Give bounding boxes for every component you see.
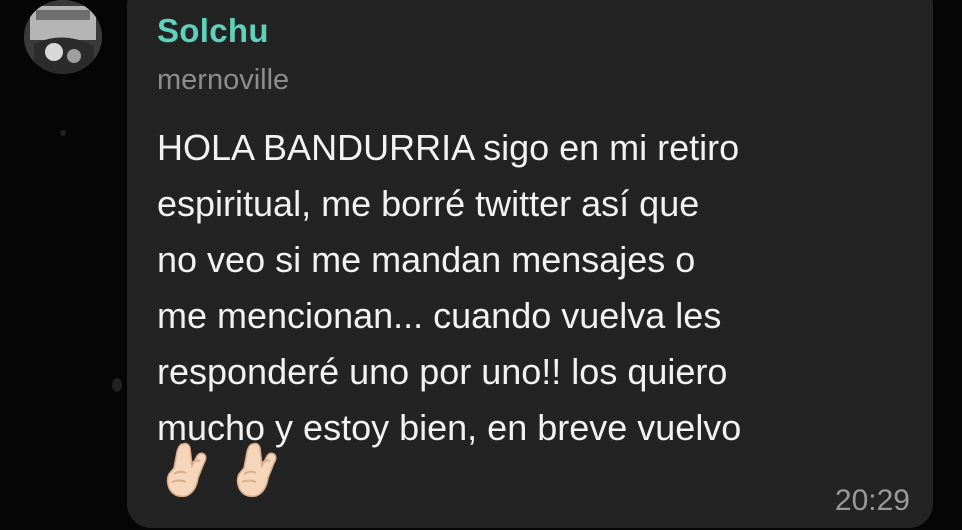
- avatar-image: [24, 0, 102, 74]
- crossed-fingers-icon: [236, 442, 277, 498]
- background-speck: [112, 378, 122, 392]
- message-text: HOLA BANDURRIA sigo en mi retiro espirit…: [157, 127, 742, 448]
- avatar[interactable]: [24, 0, 102, 74]
- chat-screen: { "message": { "sender_name": "Solchu", …: [0, 0, 962, 530]
- message-timestamp: 20:29: [834, 484, 910, 517]
- sender-username: mernoville: [157, 64, 290, 96]
- crossed-fingers-icon: [166, 442, 207, 498]
- sender-name[interactable]: Solchu: [157, 12, 269, 50]
- emoji-row: [160, 440, 282, 500]
- background-speck: [60, 130, 66, 136]
